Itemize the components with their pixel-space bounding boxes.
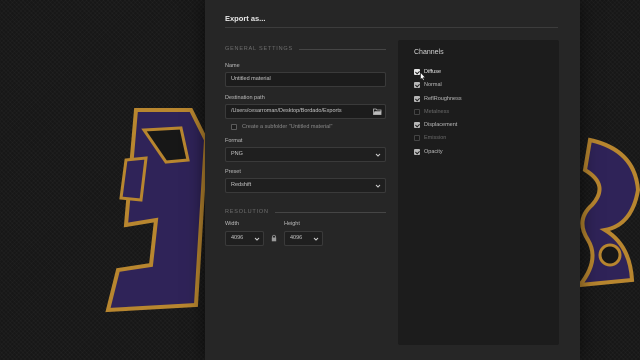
section-divider <box>274 211 386 213</box>
chevron-down-icon <box>254 237 260 241</box>
name-label: Name <box>225 63 240 69</box>
destination-path-label: Destination path <box>225 95 265 101</box>
channel-displacement[interactable]: Displacement <box>414 120 457 129</box>
preset-label: Preset <box>225 169 241 175</box>
reflroughness-checkbox[interactable] <box>414 95 420 102</box>
create-subfolder-option[interactable]: Create a subfolder "Untitled material" <box>231 124 332 130</box>
section-divider <box>298 48 386 50</box>
chevron-down-icon <box>375 153 381 157</box>
metalness-checkbox[interactable] <box>414 108 420 115</box>
channels-panel: Channels Diffuse Normal ReflRoughness Me… <box>398 40 559 345</box>
general-settings-section: GENERAL SETTINGS <box>225 44 386 54</box>
channel-label: Diffuse <box>424 68 442 75</box>
format-select-value: PNG <box>231 151 243 157</box>
channels-title: Channels <box>414 49 444 56</box>
embroidered-letter-left <box>105 108 209 313</box>
dialog-title: Export as... <box>225 14 266 23</box>
folder-open-icon[interactable] <box>373 108 382 115</box>
displacement-checkbox[interactable] <box>414 121 420 128</box>
name-input-value: Untitled material <box>231 76 271 82</box>
channel-label: Metalness <box>424 108 450 115</box>
height-select-value: 4096 <box>290 235 303 241</box>
channel-metalness[interactable]: Metalness <box>414 107 449 116</box>
format-label: Format <box>225 138 243 144</box>
height-select[interactable]: 4096 <box>284 231 323 246</box>
width-select-value: 4096 <box>231 235 244 241</box>
general-settings-header: GENERAL SETTINGS <box>225 44 386 54</box>
channel-label: Displacement <box>424 121 458 128</box>
emission-checkbox[interactable] <box>414 134 420 141</box>
preset-select[interactable]: Redshift <box>225 178 386 193</box>
chevron-down-icon <box>375 184 381 188</box>
mouse-pointer-icon <box>420 72 426 81</box>
format-select[interactable]: PNG <box>225 147 386 162</box>
resolution-header-label: RESOLUTION <box>225 209 269 215</box>
channel-diffuse[interactable]: Diffuse <box>414 67 441 76</box>
preset-select-value: Redshift <box>231 182 252 188</box>
chevron-down-icon <box>313 237 319 241</box>
normal-checkbox[interactable] <box>414 81 420 88</box>
height-label: Height <box>284 221 300 227</box>
width-label: Width <box>225 221 240 227</box>
resolution-header: RESOLUTION <box>225 207 386 217</box>
embroidered-letter-right <box>575 137 640 288</box>
channel-opacity[interactable]: Opacity <box>414 147 443 156</box>
destination-path-value: /Users/cesarroman/Desktop/Bordado/Export… <box>231 108 342 114</box>
destination-path-input[interactable]: /Users/cesarroman/Desktop/Bordado/Export… <box>225 104 386 119</box>
channel-label: Emission <box>424 134 447 141</box>
channel-reflroughness[interactable]: ReflRoughness <box>414 94 462 103</box>
name-input[interactable]: Untitled material <box>225 72 386 87</box>
channel-normal[interactable]: Normal <box>414 80 442 89</box>
width-select[interactable]: 4096 <box>225 231 264 246</box>
create-subfolder-label: Create a subfolder "Untitled material" <box>242 124 333 130</box>
channel-label: Opacity <box>424 148 443 155</box>
opacity-checkbox[interactable] <box>414 148 420 155</box>
create-subfolder-checkbox[interactable] <box>231 124 237 130</box>
channel-label: Normal <box>424 81 442 88</box>
export-dialog: Export as... GENERAL SETTINGS Name Untit… <box>205 0 580 360</box>
title-divider <box>225 27 558 28</box>
channel-emission[interactable]: Emission <box>414 133 446 142</box>
lock-icon[interactable] <box>271 234 277 242</box>
general-settings-header-label: GENERAL SETTINGS <box>225 46 293 52</box>
channel-label: ReflRoughness <box>424 95 462 102</box>
